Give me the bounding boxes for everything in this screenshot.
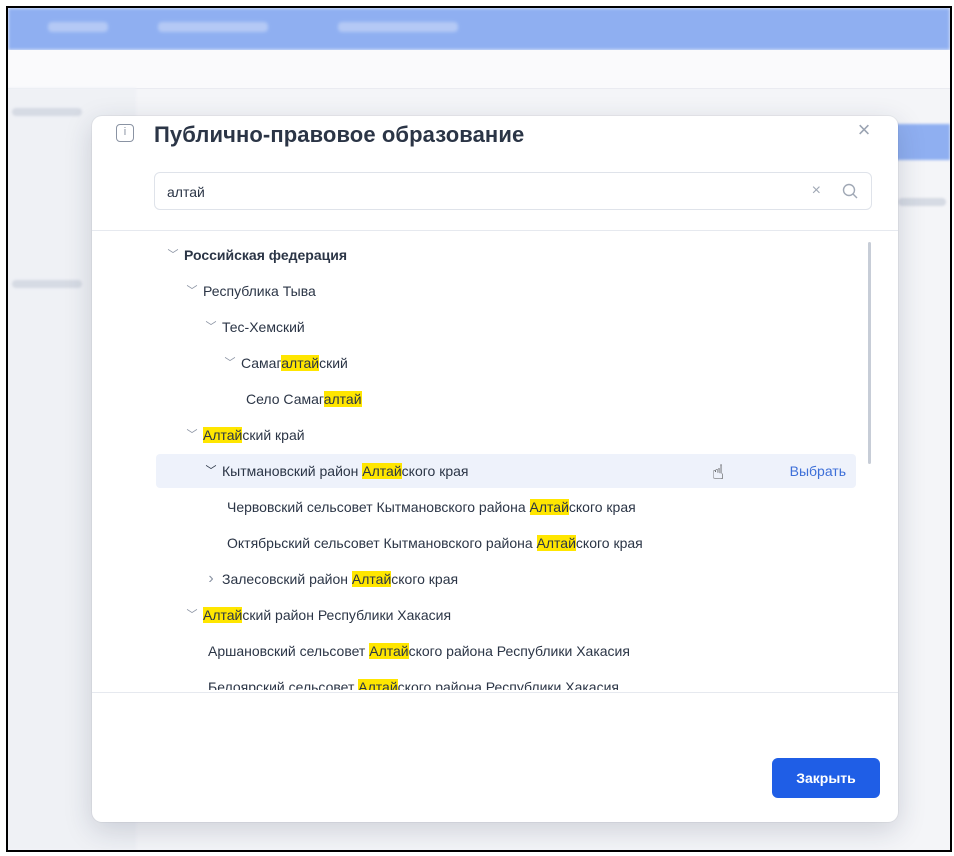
search-field: × bbox=[154, 172, 872, 211]
search-highlight: Алтай bbox=[358, 679, 398, 690]
tree-row-label: Белоярский сельсовет Алтайского района Р… bbox=[208, 670, 619, 690]
search-highlight: Алтай bbox=[529, 499, 569, 515]
tree-row-label: Село Самагалтай bbox=[246, 382, 362, 416]
label-fragment: ского края bbox=[575, 535, 643, 551]
search-highlight: Алтай bbox=[536, 535, 576, 551]
label-fragment: ского края bbox=[401, 463, 469, 479]
search-icon[interactable] bbox=[841, 182, 859, 200]
label-fragment: ский район Республики Хакасия bbox=[242, 607, 452, 623]
tree-row-label: Алтайский край bbox=[203, 418, 305, 452]
label-fragment: Аршановский сельсовет bbox=[208, 643, 370, 659]
tree-row-label: Самагалтайский bbox=[241, 346, 348, 380]
label-fragment: Червовский сельсовет Кытмановского район… bbox=[227, 499, 530, 515]
tree-row-label: Республика Тыва bbox=[203, 274, 316, 308]
tree-row[interactable]: ﹀ Алтайский край bbox=[156, 418, 856, 452]
label-fragment: Залесовский район bbox=[222, 571, 352, 587]
chevron-down-icon[interactable]: ﹀ bbox=[204, 310, 218, 344]
search-input[interactable] bbox=[165, 173, 789, 211]
footer-divider bbox=[92, 692, 898, 693]
label-fragment: Тес-Хемский bbox=[222, 319, 305, 335]
hand-pointer-icon: ☝ bbox=[712, 462, 725, 484]
chevron-down-icon[interactable]: ﹀ bbox=[223, 346, 237, 380]
tree-row-label: Кытмановский район Алтайского края bbox=[222, 454, 469, 488]
search-highlight: Алтай bbox=[351, 571, 392, 587]
tree-row-label: Аршановский сельсовет Алтайского района … bbox=[208, 634, 630, 668]
chevron-down-icon[interactable]: ﹀ bbox=[185, 274, 199, 308]
tree-row-label: Октябрьский сельсовет Кытмановского райо… bbox=[227, 526, 643, 560]
search-highlight: Алтай bbox=[203, 607, 243, 623]
tree-row[interactable]: Аршановский сельсовет Алтайского района … bbox=[156, 634, 856, 668]
label-fragment: Белоярский сельсовет bbox=[208, 679, 359, 690]
search-highlight: алтай bbox=[323, 391, 362, 407]
chevron-down-icon[interactable]: ﹀ bbox=[185, 418, 199, 452]
tree-row[interactable]: ﹀ Самагалтайский bbox=[156, 346, 856, 380]
label-fragment: ского края bbox=[391, 571, 459, 587]
select-link[interactable]: Выбрать bbox=[790, 454, 846, 488]
label-fragment: ский край bbox=[242, 427, 305, 443]
tree-row[interactable]: Село Самагалтай bbox=[156, 382, 856, 416]
close-icon[interactable]: × bbox=[854, 119, 874, 141]
tree-row-label: Тес-Хемский bbox=[222, 310, 305, 344]
search-highlight: Алтай bbox=[369, 643, 409, 659]
scrollbar-thumb[interactable] bbox=[868, 242, 871, 464]
label-fragment: ского края bbox=[568, 499, 636, 515]
label-fragment: ского района Республики Хакасия bbox=[408, 643, 630, 659]
close-button[interactable]: Закрыть bbox=[772, 758, 880, 798]
tree-row-label: Червовский сельсовет Кытмановского район… bbox=[227, 490, 636, 524]
label-fragment: ского района Республики Хакасия bbox=[397, 679, 619, 690]
label-fragment: Самаг bbox=[241, 355, 282, 371]
tree-row-label: Алтайский район Республики Хакасия bbox=[203, 598, 451, 632]
tree-row[interactable]: › Залесовский район Алтайского края bbox=[156, 562, 856, 596]
tree-row[interactable]: Октябрьский сельсовет Кытмановского райо… bbox=[156, 526, 856, 560]
label-fragment: Октябрьский сельсовет Кытмановского райо… bbox=[227, 535, 537, 551]
tree-row[interactable]: Червовский сельсовет Кытмановского район… bbox=[156, 490, 856, 524]
chevron-right-icon[interactable]: › bbox=[204, 562, 218, 596]
chevron-down-icon[interactable]: ﹀ bbox=[185, 598, 199, 632]
search-highlight: Алтай bbox=[362, 463, 402, 479]
label-fragment: Республика Тыва bbox=[203, 283, 316, 299]
chevron-down-icon[interactable]: ﹀ bbox=[166, 238, 180, 272]
tree-row[interactable]: ﹀ Российская федерация bbox=[156, 238, 856, 272]
tree-row[interactable]: ﹀ Тес-Хемский bbox=[156, 310, 856, 344]
tree-row-label: Залесовский район Алтайского края bbox=[222, 562, 458, 596]
dialog-header: i Публично-правовое образование × bbox=[92, 116, 898, 166]
label-fragment: ский bbox=[319, 355, 348, 371]
info-icon: i bbox=[116, 124, 134, 142]
tree-row[interactable]: ﹀ Республика Тыва bbox=[156, 274, 856, 308]
label-fragment: Село Самаг bbox=[246, 391, 324, 407]
screen-frame: i Публично-правовое образование × × ﹀Рос… bbox=[6, 6, 952, 852]
tree-row[interactable]: ﹀ Алтайский район Республики Хакасия bbox=[156, 598, 856, 632]
dialog-title: Публично-правовое образование bbox=[154, 122, 525, 147]
label-fragment: Кытмановский район bbox=[222, 463, 363, 479]
header-divider bbox=[92, 230, 898, 231]
chevron-down-icon[interactable]: ﹀ bbox=[204, 454, 218, 488]
search-highlight: Алтай bbox=[203, 427, 243, 443]
tree-row[interactable]: Белоярский сельсовет Алтайского района Р… bbox=[156, 670, 856, 690]
search-highlight: алтай bbox=[281, 355, 320, 371]
tree-list: ﹀ Российская федерация ﹀ Республика Тыва ﹀ Те… bbox=[92, 234, 898, 690]
label-fragment: Российская федерация bbox=[184, 247, 348, 263]
clear-icon[interactable]: × bbox=[812, 181, 821, 201]
dialog: i Публично-правовое образование × × ﹀Рос… bbox=[92, 116, 898, 822]
tree-row-label: Российская федерация bbox=[184, 238, 347, 272]
tree-row-selected[interactable]: ﹀ Кытмановский район Алтайского края ☝ Выбр… bbox=[156, 454, 856, 488]
